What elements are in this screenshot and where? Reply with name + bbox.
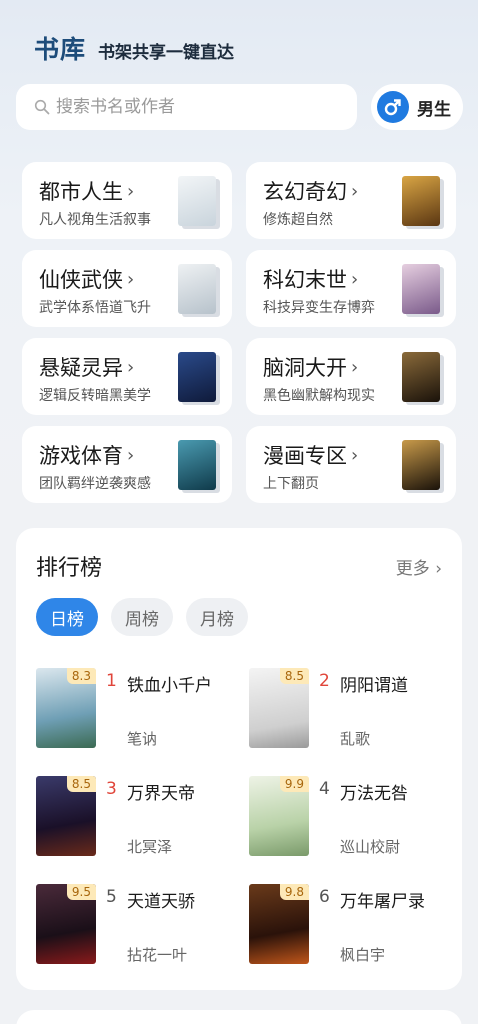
category-name: 悬疑灵异 [39, 356, 123, 380]
ranking-book[interactable]: 8.3 1 铁血小千户 笔讷 [36, 668, 236, 750]
search-bar[interactable] [16, 84, 357, 130]
page-header: 书库 书架共享一键直达 [34, 30, 234, 66]
category-name: 脑洞大开 [263, 356, 347, 380]
category-cover [178, 440, 216, 490]
category-name: 玄幻奇幻 [263, 180, 347, 204]
category-card[interactable]: 漫画专区 › 上下翻页 [246, 426, 456, 503]
book-title: 万法无咎 [340, 784, 408, 804]
tab-daily[interactable]: 日榜 [36, 598, 98, 636]
category-desc: 黑色幽默解构现实 [263, 388, 375, 404]
rank-number: 5 [106, 887, 117, 907]
book-author: 笔讷 [127, 730, 158, 748]
category-card[interactable]: 悬疑灵异 › 逻辑反转暗黑美学 [22, 338, 232, 415]
category-cover [402, 264, 440, 314]
male-icon [377, 91, 409, 123]
book-title: 万界天帝 [127, 784, 195, 804]
book-author: 拈花一叶 [127, 946, 188, 964]
score-badge: 9.5 [66, 884, 96, 900]
rank-number: 2 [319, 671, 330, 691]
book-cover: 8.3 [36, 668, 96, 748]
category-cover [402, 176, 440, 226]
category-desc: 武学体系悟道飞升 [39, 300, 151, 316]
category-desc: 团队羁绊逆袭爽感 [39, 476, 151, 492]
category-desc: 修炼超自然 [263, 212, 333, 228]
category-card[interactable]: 脑洞大开 › 黑色幽默解构现实 [246, 338, 456, 415]
ranking-title: 排行榜 [36, 556, 103, 581]
tab-weekly[interactable]: 周榜 [111, 598, 173, 636]
category-desc: 逻辑反转暗黑美学 [39, 388, 151, 404]
ranking-book[interactable]: 9.8 6 万年屠尸录 枫白宇 [249, 884, 449, 966]
category-name: 仙侠武侠 [39, 268, 123, 292]
more-label: 更多 [395, 559, 430, 579]
ranking-tabs: 日榜 周榜 月榜 [36, 598, 261, 636]
category-cover [402, 440, 440, 490]
category-card[interactable]: 都市人生 › 凡人视角生活叙事 [22, 162, 232, 239]
book-title: 天道天骄 [127, 892, 195, 912]
chevron-right-icon: › [127, 356, 135, 378]
category-cover [178, 176, 216, 226]
book-title: 阴阳谓道 [340, 676, 408, 696]
rank-number: 6 [319, 887, 330, 907]
chevron-right-icon: › [435, 559, 442, 579]
page-title: 书库 [34, 35, 87, 64]
chevron-right-icon: › [351, 180, 359, 202]
gender-label: 男生 [417, 99, 451, 120]
book-author: 枫白宇 [340, 946, 386, 964]
category-name: 都市人生 [39, 180, 123, 204]
category-card[interactable]: 科幻末世 › 科技异变生存博弈 [246, 250, 456, 327]
category-desc: 上下翻页 [263, 476, 319, 492]
rank-number: 3 [106, 779, 117, 799]
gender-toggle[interactable]: 男生 [371, 84, 463, 130]
chevron-right-icon: › [127, 180, 135, 202]
chevron-right-icon: › [127, 444, 135, 466]
page-subtitle: 书架共享一键直达 [98, 43, 235, 63]
next-section-edge [16, 1010, 462, 1024]
search-input[interactable] [56, 97, 336, 117]
ranking-book[interactable]: 8.5 3 万界天帝 北冥泽 [36, 776, 236, 858]
search-icon [34, 99, 50, 115]
chevron-right-icon: › [351, 444, 359, 466]
score-badge: 8.5 [279, 668, 309, 684]
tab-monthly[interactable]: 月榜 [186, 598, 248, 636]
category-cover [178, 352, 216, 402]
category-cover [402, 352, 440, 402]
category-card[interactable]: 仙侠武侠 › 武学体系悟道飞升 [22, 250, 232, 327]
category-card[interactable]: 玄幻奇幻 › 修炼超自然 [246, 162, 456, 239]
ranking-book[interactable]: 8.5 2 阴阳谓道 乱歌 [249, 668, 449, 750]
ranking-panel: 排行榜 更多 › 日榜 周榜 月榜 8.3 1 铁血小千户 笔讷 8.5 2 阴… [16, 528, 462, 990]
category-cover [178, 264, 216, 314]
score-badge: 8.3 [66, 668, 96, 684]
book-cover: 9.9 [249, 776, 309, 856]
book-title: 万年屠尸录 [340, 892, 425, 912]
chevron-right-icon: › [351, 268, 359, 290]
book-cover: 9.8 [249, 884, 309, 964]
chevron-right-icon: › [127, 268, 135, 290]
book-author: 乱歌 [340, 730, 371, 748]
category-desc: 科技异变生存博弈 [263, 300, 375, 316]
score-badge: 8.5 [66, 776, 96, 792]
more-link[interactable]: 更多 › [396, 554, 442, 579]
category-name: 科幻末世 [263, 268, 347, 292]
ranking-book[interactable]: 9.9 4 万法无咎 巡山校尉 [249, 776, 449, 858]
book-title: 铁血小千户 [127, 676, 212, 696]
category-name: 漫画专区 [263, 444, 347, 468]
rank-number: 4 [319, 779, 330, 799]
book-cover: 8.5 [249, 668, 309, 748]
book-author: 北冥泽 [127, 838, 173, 856]
ranking-book[interactable]: 9.5 5 天道天骄 拈花一叶 [36, 884, 236, 966]
chevron-right-icon: › [351, 356, 359, 378]
rank-number: 1 [106, 671, 117, 691]
book-author: 巡山校尉 [340, 838, 401, 856]
score-badge: 9.9 [279, 776, 309, 792]
category-desc: 凡人视角生活叙事 [39, 212, 151, 228]
category-name: 游戏体育 [39, 444, 123, 468]
book-cover: 8.5 [36, 776, 96, 856]
category-card[interactable]: 游戏体育 › 团队羁绊逆袭爽感 [22, 426, 232, 503]
book-cover: 9.5 [36, 884, 96, 964]
score-badge: 9.8 [279, 884, 309, 900]
